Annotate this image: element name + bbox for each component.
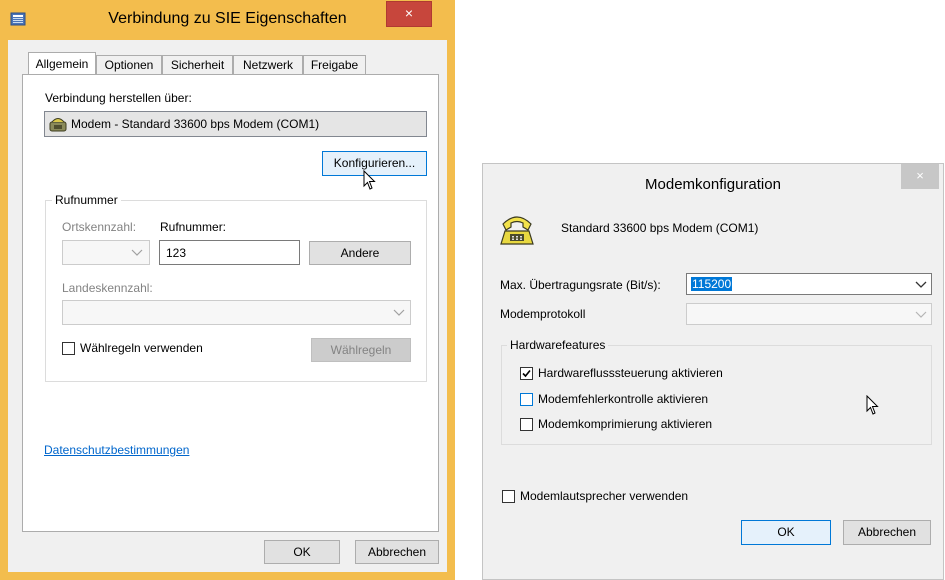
privacy-link[interactable]: Datenschutzbestimmungen	[44, 443, 189, 457]
titlebar[interactable]: Verbindung zu SIE Eigenschaften ×	[0, 0, 455, 40]
protocol-label: Modemprotokoll	[500, 307, 586, 321]
ok-button[interactable]: OK	[741, 520, 831, 545]
cancel-button[interactable]: Abbrechen	[355, 540, 439, 564]
chevron-down-icon	[915, 281, 927, 288]
tab-freigabe[interactable]: Freigabe	[303, 55, 366, 74]
speaker-label: Modemlautsprecher verwenden	[520, 489, 689, 503]
use-dialing-rules-label: Wählregeln verwenden	[80, 341, 203, 355]
area-code-label: Ortskennzahl:	[62, 220, 137, 234]
error-control-checkbox[interactable]	[520, 393, 533, 406]
mouse-pointer-icon	[363, 170, 376, 190]
cancel-button[interactable]: Abbrechen	[843, 520, 931, 545]
connect-via-label: Verbindung herstellen über:	[45, 91, 192, 105]
ok-button-label: OK	[777, 525, 795, 539]
telephone-icon	[500, 216, 534, 245]
ok-button[interactable]: OK	[264, 540, 340, 564]
dialing-rules-button: Wählregeln	[311, 338, 411, 362]
device-name: Modem - Standard 33600 bps Modem (COM1)	[71, 117, 320, 131]
configure-button-label: Konfigurieren...	[333, 156, 416, 170]
country-code-select	[62, 300, 411, 325]
hw-flow-checkbox[interactable]	[520, 367, 533, 380]
modem-name: Standard 33600 bps Modem (COM1)	[561, 221, 759, 235]
tab-optionen[interactable]: Optionen	[96, 55, 162, 74]
compression-checkbox[interactable]	[520, 418, 533, 431]
compression-label: Modemkomprimierung aktivieren	[538, 417, 713, 431]
protocol-select	[686, 303, 932, 325]
chevron-down-icon	[393, 309, 405, 316]
chevron-down-icon	[131, 249, 143, 256]
tab-allgemein[interactable]: Allgemein	[28, 52, 96, 75]
speaker-checkbox[interactable]	[502, 490, 515, 503]
cancel-button-label: Abbrechen	[857, 525, 917, 539]
dialing-rules-button-label: Wählregeln	[330, 343, 392, 357]
cancel-button-label: Abbrechen	[367, 545, 427, 559]
close-icon[interactable]: ×	[386, 1, 432, 27]
country-code-label: Landeskennzahl:	[62, 281, 153, 295]
chevron-down-icon	[915, 311, 927, 318]
close-icon[interactable]: ×	[901, 164, 939, 189]
hardware-group-label: Hardwarefeatures	[507, 338, 609, 352]
checkmark-icon	[522, 369, 531, 378]
other-button-label: Andere	[340, 246, 380, 260]
phone-number-input[interactable]: 123	[159, 240, 300, 265]
max-rate-label: Max. Übertragungsrate (Bit/s):	[500, 278, 661, 292]
max-rate-select[interactable]: 115200	[686, 273, 932, 295]
area-code-select	[62, 240, 150, 265]
phone-group-label: Rufnummer	[52, 193, 121, 207]
other-button[interactable]: Andere	[309, 241, 411, 265]
titlebar[interactable]: Modemkonfiguration ×	[483, 164, 943, 202]
hw-flow-label: Hardwareflusssteuerung aktivieren	[538, 366, 723, 380]
error-control-label: Modemfehlerkontrolle aktivieren	[538, 392, 709, 406]
use-dialing-rules-checkbox[interactable]	[62, 342, 75, 355]
max-rate-value: 115200	[691, 277, 733, 291]
device-list[interactable]: Modem - Standard 33600 bps Modem (COM1)	[44, 111, 427, 137]
ok-button-label: OK	[293, 545, 311, 559]
window-title: Modemkonfiguration	[645, 176, 781, 193]
phone-number-value: 123	[166, 246, 187, 260]
modem-icon	[49, 118, 67, 132]
tab-netzwerk[interactable]: Netzwerk	[233, 55, 303, 74]
phone-number-label: Rufnummer:	[160, 220, 227, 234]
mouse-pointer-icon	[866, 395, 879, 415]
tab-sicherheit[interactable]: Sicherheit	[162, 55, 233, 74]
